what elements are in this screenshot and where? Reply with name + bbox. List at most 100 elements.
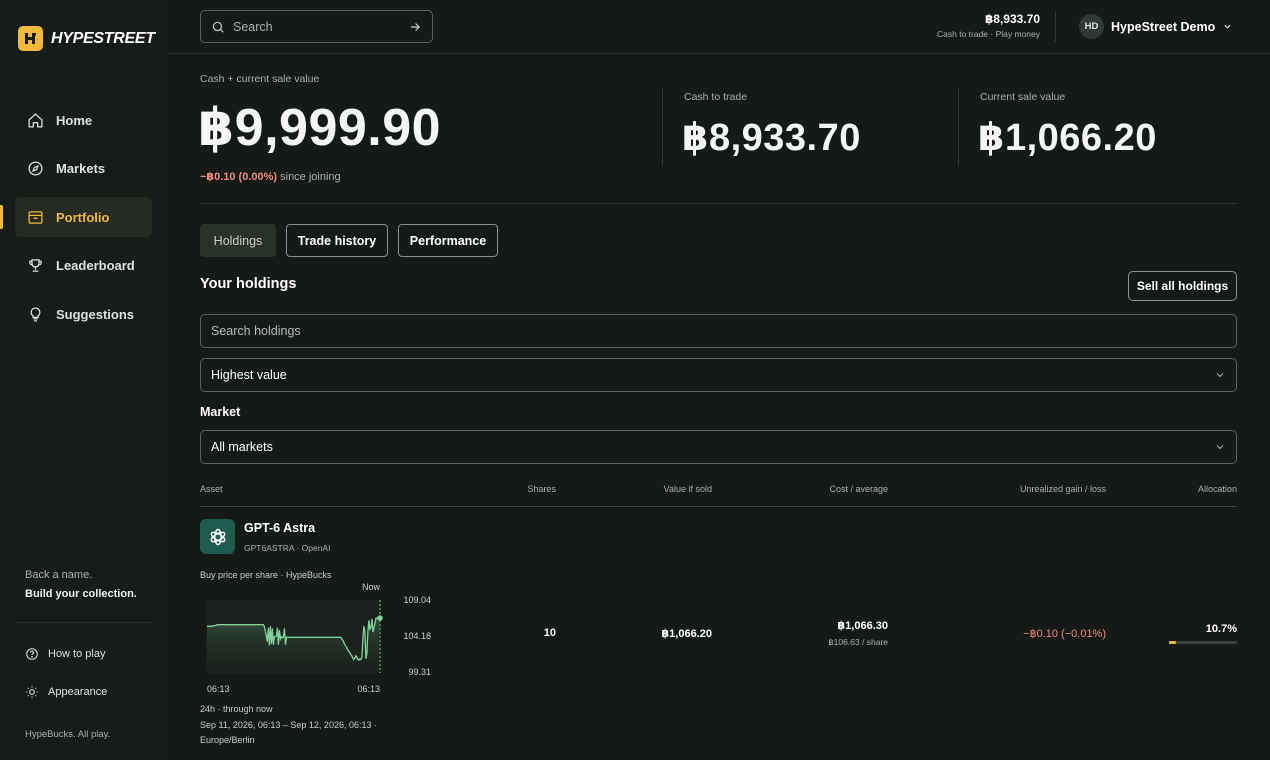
sidebar-item-label: Leaderboard (56, 258, 135, 273)
search-icon (212, 21, 224, 33)
shares-value: 10 (543, 627, 556, 639)
tab-trade-history[interactable]: Trade history (286, 224, 388, 257)
sale-value: ฿1,066.20 (978, 117, 1157, 159)
sidebar-divider (15, 622, 152, 623)
chart-caption: Buy price per share · HypeBucks (200, 570, 332, 580)
arrow-right-icon[interactable] (408, 20, 422, 34)
lightbulb-icon (30, 306, 41, 322)
delta-value: −฿0.10 (0.00%) (200, 171, 278, 183)
total-delta: −฿0.10 (0.00%) since joining (200, 170, 341, 183)
value-if-sold: ฿1,066.20 (661, 628, 712, 640)
holdings-title: Your holdings (200, 276, 297, 292)
compass-icon (28, 161, 43, 176)
help-icon (26, 648, 38, 660)
sidebar-footer: HypeBucks. All play. (25, 729, 111, 740)
sort-select[interactable]: Highest value (200, 358, 1237, 392)
header-cash-subtitle: Cash to trade · Play money (937, 29, 1040, 39)
chart-x-tick: 06:13 (207, 684, 230, 694)
chart-y-tick: 109.04 (403, 595, 431, 605)
unrealized-gain: −฿0.10 (−0.01%) (1023, 628, 1106, 640)
sale-label: Current sale value (980, 91, 1066, 103)
chart-y-tick: 99.31 (408, 667, 431, 677)
logo-icon (18, 26, 43, 51)
summary-divider (662, 88, 663, 166)
table-header-divider (200, 506, 1237, 507)
chevron-down-icon (1224, 24, 1231, 29)
column-header-shares[interactable]: Shares (456, 484, 556, 494)
sidebar: HYPESTREET Home Markets Portfolio Leader… (0, 0, 166, 760)
header-cash-value: ฿8,933.70 (984, 12, 1040, 26)
chart-x-tick: 06:13 (357, 684, 380, 694)
user-name: HypeStreet Demo (1111, 19, 1216, 34)
column-header-allocation[interactable]: Allocation (1137, 484, 1237, 494)
allocation-bar-fill (1169, 641, 1177, 644)
user-menu[interactable]: HD HypeStreet Demo (1079, 14, 1233, 39)
cash-value: ฿8,933.70 (682, 117, 861, 159)
sidebar-item-label: Home (56, 112, 93, 128)
sidebar-promo: Back a name. Build your collection. (25, 566, 137, 604)
chart-now-label: Now (362, 582, 381, 592)
promo-line-2: Build your collection. (25, 588, 137, 600)
trophy-icon (29, 259, 42, 272)
tab-performance[interactable]: Performance (398, 224, 498, 257)
sidebar-item-portfolio[interactable]: Portfolio (0, 197, 152, 237)
holdings-search-input[interactable] (211, 324, 1226, 338)
promo-line-1: Back a name. (25, 569, 93, 581)
avatar: HD (1079, 14, 1104, 39)
sidebar-item-home[interactable]: Home (15, 100, 152, 140)
chart-last-point (377, 615, 383, 621)
header-divider-line (166, 53, 1270, 54)
asset-name[interactable]: GPT-6 Astra (244, 521, 315, 535)
tab-holdings[interactable]: Holdings (200, 224, 276, 257)
summary-divider-line (200, 203, 1237, 204)
appearance-label: Appearance (48, 686, 108, 698)
chart-range: 24h · through now (200, 704, 273, 714)
portfolio-icon (28, 210, 43, 224)
delta-since: since joining (280, 171, 341, 183)
sidebar-item-leaderboard[interactable]: Leaderboard (15, 246, 152, 286)
sidebar-item-markets[interactable]: Markets (15, 149, 152, 189)
home-icon (28, 112, 43, 128)
how-to-play-label: How to play (48, 648, 106, 660)
chart-y-tick: 104.18 (403, 631, 431, 641)
cost-value: ฿1,066.30 (837, 620, 888, 632)
appearance-link[interactable]: Appearance (25, 685, 107, 699)
allocation-value: 10.7% (1205, 623, 1237, 635)
total-label: Cash + current sale value (200, 73, 320, 85)
sidebar-item-label: Portfolio (56, 209, 110, 225)
asset-logo-icon (200, 519, 235, 554)
market-label: Market (200, 405, 241, 419)
chart-timezone: Europe/Berlin (200, 735, 255, 745)
allocation-bar (1169, 641, 1237, 644)
column-header-asset[interactable]: Asset (200, 484, 223, 494)
sidebar-item-label: Suggestions (56, 306, 135, 322)
average-value: ฿106.63 / share (828, 637, 888, 647)
market-select-value: All markets (211, 440, 273, 454)
header-divider (1055, 11, 1056, 42)
logo[interactable]: HYPESTREET (18, 26, 155, 51)
sidebar-item-suggestions[interactable]: Suggestions (15, 294, 152, 334)
global-search[interactable]: Search (200, 10, 433, 43)
sidebar-item-label: Markets (56, 161, 106, 176)
holdings-search-field[interactable] (200, 314, 1237, 348)
header-cash: ฿8,933.70 Cash to trade · Play money (937, 12, 1040, 39)
total-value: ฿9,999.90 (198, 99, 442, 157)
logo-text: HYPESTREET (51, 29, 155, 47)
chevron-down-icon (1216, 373, 1224, 378)
sort-select-value: Highest value (211, 368, 287, 382)
column-header-value[interactable]: Value if sold (612, 484, 712, 494)
summary-divider (958, 88, 959, 166)
column-header-cost[interactable]: Cost / average (768, 484, 888, 494)
sell-all-button[interactable]: Sell all holdings (1128, 271, 1237, 301)
column-header-gain[interactable]: Unrealized gain / loss (976, 484, 1106, 494)
asset-ticker: GPT6ASTRA · OpenAI (244, 543, 331, 553)
sun-icon (26, 686, 38, 698)
chart-period: Sep 11, 2026, 06:13 – Sep 12, 2026, 06:1… (200, 720, 377, 730)
cash-label: Cash to trade (684, 91, 748, 103)
how-to-play-link[interactable]: How to play (25, 647, 105, 661)
chevron-down-icon (1216, 445, 1224, 450)
market-select[interactable]: All markets (200, 430, 1237, 464)
price-chart: Now 109.04 104.18 99.31 06:13 06:13 (206, 582, 431, 694)
global-search-placeholder: Search (233, 19, 273, 34)
sidebar-nav: Home Markets Portfolio Leaderboard Sugge… (0, 100, 152, 343)
